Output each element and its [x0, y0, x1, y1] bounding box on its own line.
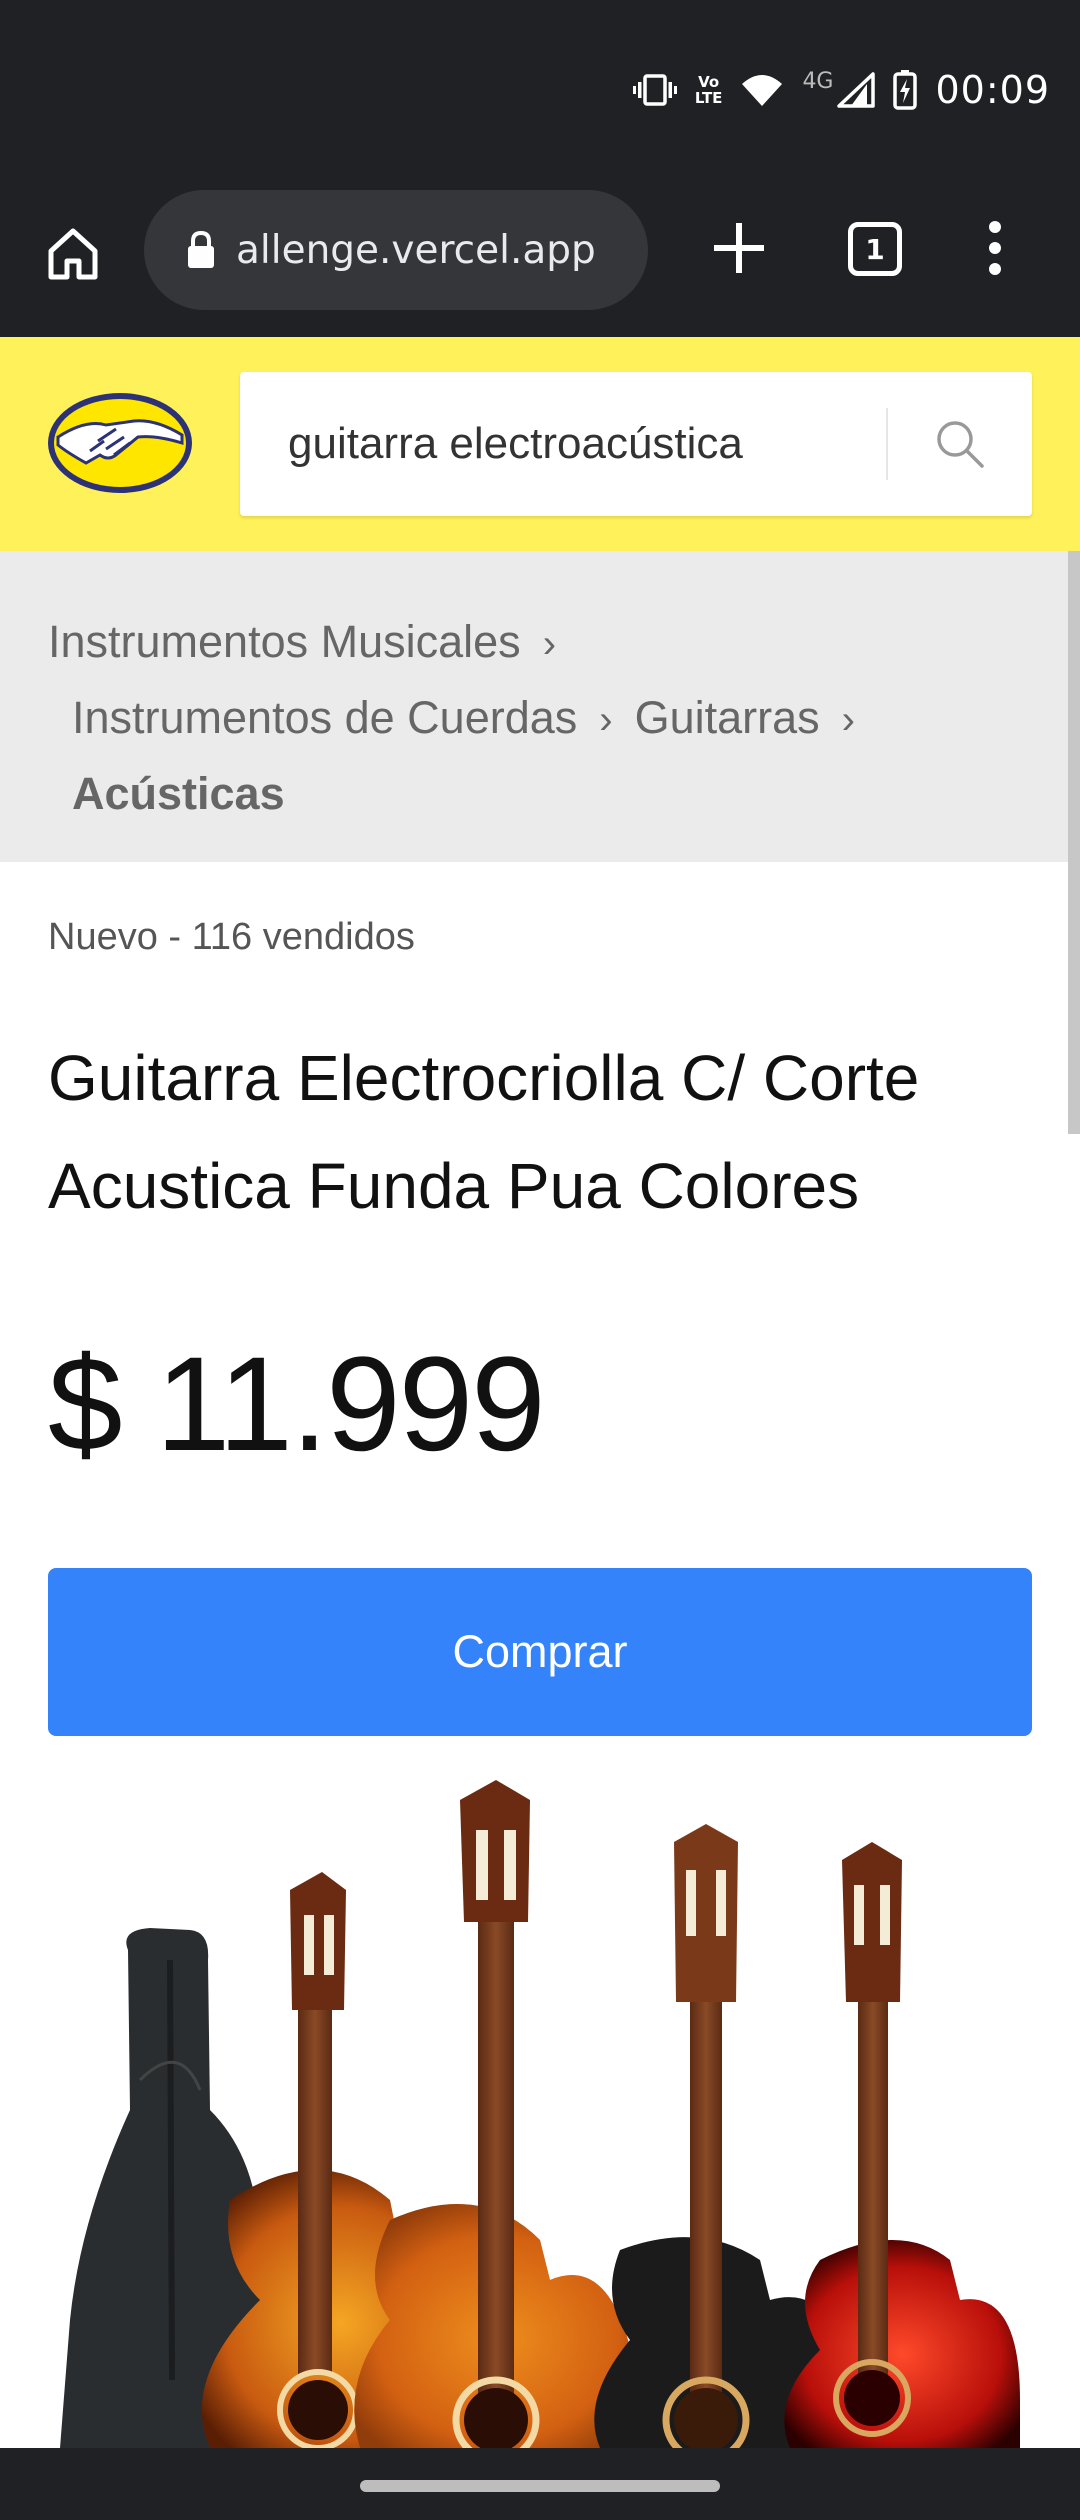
browser-toolbar: allenge.vercel.app 1 — [0, 190, 1080, 337]
menu-dot-icon — [989, 242, 1001, 254]
wifi-icon — [740, 72, 784, 108]
page-scrollbar[interactable] — [1068, 551, 1080, 1134]
breadcrumb-link-instrumentos-de-cuerdas[interactable]: Instrumentos de Cuerdas — [72, 692, 577, 743]
network-type: 4G — [802, 68, 834, 94]
menu-dot-icon — [989, 221, 1001, 233]
search-box — [240, 372, 1032, 516]
site-header — [0, 337, 1080, 551]
search-input[interactable] — [240, 372, 886, 516]
status-bar: Vo LTE 4G 00:09 — [0, 0, 1080, 190]
vibrate-icon — [632, 72, 677, 108]
cell-signal-icon — [837, 72, 876, 108]
home-button[interactable] — [40, 220, 106, 286]
home-icon — [48, 228, 98, 280]
guitars-product-image — [60, 1780, 1040, 2448]
menu-dot-icon — [989, 263, 1001, 275]
address-bar[interactable]: allenge.vercel.app — [144, 190, 648, 310]
new-tab-button[interactable] — [706, 215, 772, 281]
breadcrumb-current-acusticas: Acústicas — [72, 768, 285, 819]
mercadolibre-logo[interactable] — [46, 391, 194, 500]
battery-charging-icon — [893, 70, 918, 110]
browser-menu-button[interactable] — [975, 215, 1015, 281]
system-nav-bar — [0, 2448, 1080, 2520]
clock: 00:09 — [935, 68, 1050, 112]
home-gesture-handle[interactable] — [360, 2480, 720, 2492]
breadcrumb-link-guitarras[interactable]: Guitarras — [635, 692, 820, 743]
search-button[interactable] — [888, 372, 1032, 516]
chevron-right-icon: › — [599, 698, 613, 742]
chevron-right-icon: › — [542, 622, 557, 666]
chevron-right-icon: › — [841, 698, 855, 742]
product-price: $ 11.999 — [48, 1330, 546, 1479]
url-text: allenge.vercel.app — [236, 227, 596, 273]
tab-switcher-button[interactable]: 1 — [848, 222, 902, 276]
breadcrumb: Instrumentos Musicales › Instrumentos de … — [0, 551, 1068, 862]
volte-icon: Vo LTE — [694, 73, 723, 107]
search-icon — [937, 421, 984, 468]
lock-icon — [188, 230, 214, 268]
product-title: Guitarra Electrocriolla C/ Corte Acustic… — [48, 1042, 920, 1222]
product-condition: Nuevo - 116 vendidos — [48, 916, 415, 958]
plus-icon — [714, 223, 764, 273]
breadcrumb-link-instrumentos-musicales[interactable]: Instrumentos Musicales — [48, 616, 521, 667]
buy-button[interactable]: Comprar — [48, 1568, 1032, 1736]
